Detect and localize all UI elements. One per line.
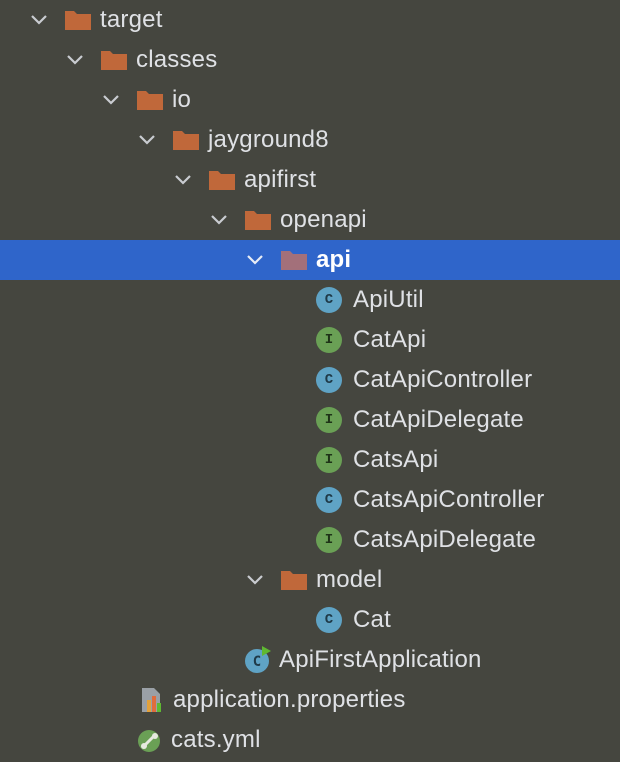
- chevron-down-icon[interactable]: [208, 209, 230, 231]
- svg-text:C: C: [253, 654, 261, 670]
- chevron-down-icon[interactable]: [244, 569, 266, 591]
- tree-node-api[interactable]: api: [0, 240, 620, 280]
- tree-node-apifirst[interactable]: apifirst: [0, 160, 620, 200]
- folder-icon: [136, 89, 164, 111]
- tree-node-label: CatApi: [353, 326, 427, 353]
- tree-node-yaml-file[interactable]: cats.yml: [0, 720, 620, 760]
- folder-icon: [208, 169, 236, 191]
- tree-node-classes[interactable]: classes: [0, 40, 620, 80]
- tree-node-label: apifirst: [244, 166, 317, 193]
- chevron-down-icon[interactable]: [244, 249, 266, 271]
- tree-node-label: openapi: [280, 206, 367, 233]
- folder-icon: [280, 569, 308, 591]
- class-icon: C: [316, 367, 342, 393]
- tree-node-class[interactable]: C ApiUtil: [0, 280, 620, 320]
- tree-node-interface[interactable]: I CatsApiDelegate: [0, 520, 620, 560]
- tree-node-model[interactable]: model: [0, 560, 620, 600]
- spring-boot-class-icon: C: [244, 646, 272, 674]
- tree-node-class[interactable]: C CatsApiController: [0, 480, 620, 520]
- tree-node-application-class[interactable]: C ApiFirstApplication: [0, 640, 620, 680]
- tree-node-label: jayground8: [208, 126, 329, 153]
- tree-node-label: ApiFirstApplication: [279, 646, 482, 673]
- folder-icon: [244, 209, 272, 231]
- class-icon: C: [316, 287, 342, 313]
- project-tree: target classes io jayground8 apifirst op…: [0, 0, 620, 762]
- chevron-down-icon[interactable]: [100, 89, 122, 111]
- tree-node-label: Cat: [353, 606, 391, 633]
- tree-node-label: model: [316, 566, 383, 593]
- chevron-down-icon[interactable]: [28, 9, 50, 31]
- tree-node-label: api: [316, 246, 352, 273]
- folder-icon: [64, 9, 92, 31]
- tree-node-label: target: [100, 6, 163, 33]
- tree-node-label: cats.yml: [171, 726, 261, 753]
- tree-node-label: CatApiDelegate: [353, 406, 524, 433]
- tree-node-openapi[interactable]: openapi: [0, 200, 620, 240]
- interface-icon: I: [316, 527, 342, 553]
- tree-node-label: CatsApiDelegate: [353, 526, 537, 553]
- tree-node-class[interactable]: C Cat: [0, 600, 620, 640]
- tree-node-label: CatApiController: [353, 366, 533, 393]
- interface-icon: I: [316, 407, 342, 433]
- tree-node-label: classes: [136, 46, 218, 73]
- package-folder-icon: [280, 249, 308, 271]
- chevron-down-icon[interactable]: [136, 129, 158, 151]
- tree-node-target[interactable]: target: [0, 0, 620, 40]
- folder-icon: [100, 49, 128, 71]
- tree-node-label: io: [172, 86, 192, 113]
- chevron-down-icon[interactable]: [172, 169, 194, 191]
- tree-node-label: CatsApi: [353, 446, 439, 473]
- tree-node-jayground8[interactable]: jayground8: [0, 120, 620, 160]
- openapi-yaml-icon: [136, 726, 164, 754]
- tree-node-interface[interactable]: I CatApi: [0, 320, 620, 360]
- tree-node-label: ApiUtil: [353, 286, 424, 313]
- tree-node-properties-file[interactable]: application.properties: [0, 680, 620, 720]
- tree-node-interface[interactable]: I CatApiDelegate: [0, 400, 620, 440]
- tree-node-label: application.properties: [173, 686, 406, 713]
- folder-icon: [172, 129, 200, 151]
- tree-node-class[interactable]: C CatApiController: [0, 360, 620, 400]
- chevron-down-icon[interactable]: [64, 49, 86, 71]
- class-icon: C: [316, 607, 342, 633]
- interface-icon: I: [316, 327, 342, 353]
- class-icon: C: [316, 487, 342, 513]
- tree-node-io[interactable]: io: [0, 80, 620, 120]
- interface-icon: I: [316, 447, 342, 473]
- tree-node-interface[interactable]: I CatsApi: [0, 440, 620, 480]
- properties-file-icon: [138, 686, 166, 714]
- tree-node-label: CatsApiController: [353, 486, 545, 513]
